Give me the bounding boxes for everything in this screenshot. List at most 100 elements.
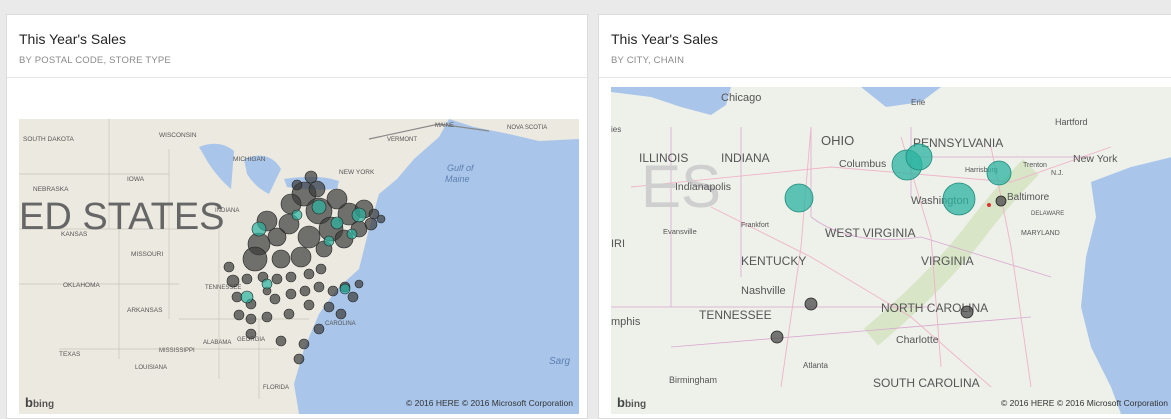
label-new-york: New York <box>1073 153 1118 165</box>
tile-sales-by-postal-code[interactable]: This Year's Sales BY POSTAL CODE, STORE … <box>6 14 588 419</box>
data-bubble <box>298 338 310 350</box>
tile-divider <box>7 77 587 78</box>
label-charlotte: Charlotte <box>896 334 939 346</box>
data-bubble <box>347 291 359 303</box>
data-bubble <box>995 195 1007 207</box>
label-mississippi: MISSISSIPPI <box>159 348 195 354</box>
label-memphis: mphis <box>611 316 641 328</box>
data-bubble-teal <box>330 216 344 230</box>
data-bubble-teal <box>784 183 814 213</box>
data-bubble <box>261 311 273 323</box>
data-bubble-teal <box>291 209 303 221</box>
label-arkansas: ARKANSAS <box>127 307 163 314</box>
label-nashville: Nashville <box>741 285 786 297</box>
data-bubble <box>245 313 257 325</box>
label-chicago: Chicago <box>721 92 761 104</box>
label-erie: Erie <box>911 98 926 107</box>
label-south-carolina: SOUTH CAROLINA <box>873 376 980 390</box>
label-nova-scotia: NOVA SCOTIA <box>507 125 547 131</box>
data-bubble <box>313 323 325 335</box>
label-ohio: OHIO <box>821 133 854 148</box>
data-bubble-teal <box>311 199 327 215</box>
data-bubble <box>233 309 245 321</box>
bing-logo-icon: bbing <box>25 395 55 410</box>
label-ies: ies <box>611 125 621 134</box>
label-columbus: Columbus <box>839 158 886 170</box>
label-gulf-of-maine-1: Gulf of <box>447 163 475 173</box>
data-bubble <box>335 308 347 320</box>
data-bubble <box>285 288 297 300</box>
data-bubble <box>364 217 378 231</box>
label-baltimore: Baltimore <box>1007 192 1050 203</box>
label-delaware: DELAWARE <box>1031 211 1064 217</box>
label-louisiana: LOUISIANA <box>135 365 167 371</box>
label-maryland: MARYLAND <box>1021 230 1060 237</box>
label-nebraska: NEBRASKA <box>33 186 69 193</box>
label-hartford: Hartford <box>1055 117 1088 127</box>
data-bubble <box>327 285 339 297</box>
label-missouri: MISSOURI <box>131 251 163 258</box>
data-bubble <box>804 297 818 311</box>
data-bubble <box>770 330 784 344</box>
data-bubble-teal <box>942 182 976 216</box>
data-bubble <box>226 274 240 288</box>
label-michigan: MICHIGAN <box>233 156 266 163</box>
map-visual[interactable]: SOUTH DAKOTA WISCONSIN MICHIGAN IOWA NEB… <box>19 119 579 414</box>
data-bubble <box>960 305 974 319</box>
data-bubble <box>245 328 257 340</box>
data-bubble <box>290 246 312 268</box>
label-alabama: ALABAMA <box>203 340 231 346</box>
data-bubble <box>242 246 268 272</box>
data-bubble <box>354 279 364 289</box>
label-gulf-of-maine-2: Maine <box>445 174 470 184</box>
data-bubble <box>299 285 311 297</box>
label-tennessee: TENNESSEE <box>699 308 772 322</box>
tile-title: This Year's Sales <box>611 31 718 47</box>
data-bubble-teal <box>240 290 254 304</box>
label-illinois: ILLINOIS <box>639 151 688 165</box>
data-bubble-teal <box>351 207 367 223</box>
data-bubble <box>223 261 235 273</box>
label-florida: FLORIDA <box>263 385 289 391</box>
data-bubble <box>269 293 281 305</box>
data-bubble-teal <box>905 143 933 171</box>
data-bubble <box>231 291 243 303</box>
label-vermont: VERMONT <box>387 137 417 143</box>
map-visual[interactable]: ES ies Chicago Erie Hartford OHIO PENNSY… <box>611 87 1171 414</box>
map-canvas: SOUTH DAKOTA WISCONSIN MICHIGAN IOWA NEB… <box>19 119 579 414</box>
data-bubble <box>271 249 291 269</box>
map-credits: © 2016 HERE © 2016 Microsoft Corporation <box>405 398 573 408</box>
tile-title: This Year's Sales <box>19 31 126 47</box>
data-bubble <box>297 225 321 249</box>
tile-subtitle: BY CITY, CHAIN <box>611 55 685 66</box>
data-bubble <box>275 335 287 347</box>
label-birmingham: Birmingham <box>669 375 717 385</box>
data-bubble <box>241 273 253 285</box>
label-west-virginia: WEST VIRGINIA <box>825 226 915 240</box>
label-evansville: Evansville <box>663 227 697 236</box>
label-texas: TEXAS <box>59 351 81 358</box>
map-canvas: ES ies Chicago Erie Hartford OHIO PENNSY… <box>611 87 1171 414</box>
label-kansas: KANSAS <box>61 231 88 238</box>
data-bubble <box>291 179 303 191</box>
data-bubble-teal <box>346 228 358 240</box>
data-bubble <box>323 301 335 313</box>
label-iowa: IOWA <box>127 176 145 183</box>
label-trenton: Trenton <box>1023 162 1047 169</box>
data-bubble <box>315 263 327 275</box>
data-bubble <box>313 281 325 293</box>
data-bubble <box>271 273 283 285</box>
label-wisconsin: WISCONSIN <box>159 132 197 139</box>
data-bubble-teal <box>986 160 1012 186</box>
data-bubble-teal <box>323 235 335 247</box>
tile-divider <box>599 77 1171 78</box>
label-indianapolis: Indianapolis <box>675 181 731 193</box>
label-oklahoma: OKLAHOMA <box>63 282 101 289</box>
label-new-york: NEW YORK <box>339 169 375 176</box>
bing-logo-icon: bbing <box>617 395 647 410</box>
data-bubble <box>283 308 295 320</box>
data-bubble <box>293 353 305 365</box>
data-bubble <box>376 214 386 224</box>
tile-sales-by-city[interactable]: This Year's Sales BY CITY, CHAIN ES ies … <box>598 14 1171 419</box>
label-kentucky: KENTUCKY <box>741 254 806 268</box>
